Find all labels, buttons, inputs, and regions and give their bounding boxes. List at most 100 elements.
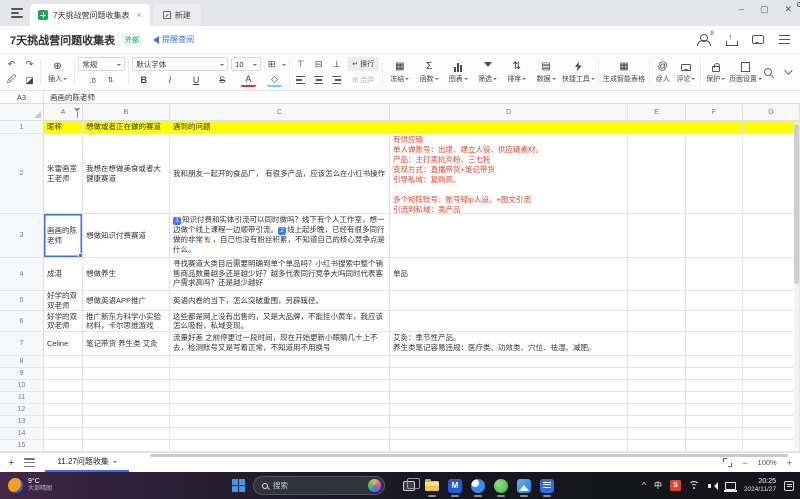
empty-cell[interactable] <box>390 428 628 440</box>
empty-cell[interactable] <box>686 356 743 368</box>
empty-cell[interactable] <box>170 392 390 404</box>
cell-b4[interactable]: 想做养生 <box>83 258 170 291</box>
cell-a6[interactable]: 好学的双双老师 <box>44 311 83 332</box>
protect-button[interactable]: 保护 <box>704 56 727 88</box>
cell-d2[interactable]: 有供应链 单人做账号：出境、建立人设、供应链素材。 产品：主打卖抗炎粉、三七粉 … <box>390 134 628 214</box>
taskbar-search[interactable]: 搜索 <box>253 476 385 495</box>
ime-indicator[interactable]: 中 <box>654 480 662 491</box>
wifi-icon[interactable] <box>689 481 700 490</box>
cell-g3[interactable] <box>743 214 800 258</box>
row-header-1[interactable]: 1 <box>0 121 44 134</box>
empty-cell[interactable] <box>83 380 170 392</box>
cell-e6[interactable] <box>628 311 686 332</box>
row-header-13[interactable]: 13 <box>0 416 44 428</box>
quark-browser-icon[interactable] <box>470 478 486 494</box>
empty-cell[interactable] <box>390 416 628 428</box>
cell-d5[interactable] <box>390 291 628 311</box>
function-button[interactable]: Σ函数 <box>415 56 442 88</box>
empty-cell[interactable] <box>686 416 743 428</box>
empty-cell[interactable] <box>390 440 628 452</box>
wps-home-menu-icon[interactable] <box>6 2 28 24</box>
row-header-12[interactable]: 12 <box>0 404 44 416</box>
chart-button[interactable]: 图表 <box>445 56 472 88</box>
empty-cell[interactable] <box>44 416 83 428</box>
row-header-2[interactable]: 2 <box>0 134 44 214</box>
horizontal-scrollbar[interactable] <box>150 454 788 457</box>
col-header-a[interactable]: A <box>44 104 83 121</box>
bold-button[interactable]: B <box>136 73 151 87</box>
m-app-icon[interactable]: M <box>447 478 463 494</box>
align-bottom-button[interactable]: ⊥ <box>329 57 344 71</box>
cell-d4[interactable]: 单品 <box>390 258 628 291</box>
wrap-text-button[interactable]: ↵ 换行 <box>347 57 379 71</box>
decimal-button[interactable]: .0 <box>85 73 100 87</box>
empty-cell[interactable] <box>390 392 628 404</box>
cell-d6[interactable] <box>390 311 628 332</box>
cell-f4[interactable] <box>686 258 743 291</box>
empty-cell[interactable] <box>44 356 83 368</box>
battery-icon[interactable] <box>725 482 736 490</box>
search-icon[interactable] <box>764 68 772 76</box>
data-button[interactable]: ▤数据 <box>532 56 559 88</box>
empty-cell[interactable] <box>83 368 170 380</box>
row-header-10[interactable]: 10 <box>0 380 44 392</box>
cell-a2[interactable]: 米雷画室王老师 <box>44 134 83 214</box>
cell-b6[interactable]: 推广新东方科学小实验材料，卡尔思维游戏 <box>83 311 170 332</box>
underline-button[interactable]: U <box>189 73 204 87</box>
weather-widget[interactable]: 9°C 大部晴朗 <box>0 478 52 493</box>
empty-cell[interactable] <box>170 368 390 380</box>
freeze-panes-button[interactable]: ▦冻结 <box>386 56 413 88</box>
font-size-select[interactable]: 10 <box>231 57 261 71</box>
insert-button[interactable]: ⊕插入 <box>44 56 71 88</box>
cell-a4[interactable]: 成湛 <box>44 258 83 291</box>
notification-center-icon[interactable] <box>784 481 794 491</box>
empty-cell[interactable] <box>390 404 628 416</box>
remind-review-link[interactable]: 提醒查阅 <box>149 34 194 45</box>
cell-f2[interactable] <box>686 134 743 214</box>
cell-a3-selected[interactable]: 画画的陈老师 <box>44 214 83 258</box>
empty-cell[interactable] <box>743 380 800 392</box>
row-header-5[interactable]: 5 <box>0 291 44 311</box>
empty-cell[interactable] <box>390 368 628 380</box>
empty-cell[interactable] <box>743 428 800 440</box>
task-view-button[interactable] <box>401 478 417 494</box>
close-tab-icon[interactable]: × <box>136 10 141 20</box>
borders-dropdown[interactable] <box>282 64 286 68</box>
empty-cell[interactable] <box>628 392 686 404</box>
empty-cell[interactable] <box>686 440 743 452</box>
row-header-14[interactable]: 14 <box>0 428 44 440</box>
empty-cell[interactable] <box>83 356 170 368</box>
cell-d7[interactable]: 艾灸：季节性产品。 养生类笔记容易违规：医疗类、功效类、穴位、祛湿、减肥。 <box>390 332 628 356</box>
font-color-button[interactable]: A <box>241 73 256 87</box>
sheet-list-icon[interactable] <box>24 458 35 467</box>
start-button[interactable] <box>232 479 245 492</box>
cell-f1[interactable] <box>686 121 743 134</box>
empty-cell[interactable] <box>44 440 83 452</box>
empty-cell[interactable] <box>44 368 83 380</box>
quick-tools-button[interactable]: 快捷工具 <box>562 56 595 88</box>
cell-d1[interactable] <box>390 121 628 134</box>
empty-cell[interactable] <box>686 392 743 404</box>
cell-c1[interactable]: 遇到的问题 <box>170 121 390 134</box>
align-center-button[interactable] <box>311 73 326 87</box>
docs-app-icon[interactable] <box>539 478 555 494</box>
empty-cell[interactable] <box>170 380 390 392</box>
cell-e5[interactable] <box>628 291 686 311</box>
font-name-select[interactable]: 默认字体 <box>132 57 228 71</box>
sheet-tab-active[interactable]: 11.27问题收集 <box>45 454 128 472</box>
empty-cell[interactable] <box>83 404 170 416</box>
empty-cell[interactable] <box>628 368 686 380</box>
cell-c6[interactable]: 这些都是网上没有出售的，又是大品牌，不能挂小黄车，我应该怎么吸粉，私域变现。 <box>170 311 390 332</box>
speaker-icon[interactable] <box>708 482 717 490</box>
cell-b2[interactable]: 我想在想做美食或者大健康赛道 <box>83 134 170 214</box>
cell-a5[interactable]: 好学的双双老师 <box>44 291 83 311</box>
mention-person-button[interactable]: @@人 <box>653 56 673 88</box>
zoom-in-button[interactable]: + <box>787 458 792 468</box>
empty-cell[interactable] <box>686 428 743 440</box>
cell-f6[interactable] <box>686 311 743 332</box>
empty-cell[interactable] <box>686 368 743 380</box>
empty-cell[interactable] <box>628 416 686 428</box>
empty-cell[interactable] <box>743 416 800 428</box>
empty-cell[interactable] <box>44 404 83 416</box>
col-header-e[interactable]: E <box>628 104 686 121</box>
